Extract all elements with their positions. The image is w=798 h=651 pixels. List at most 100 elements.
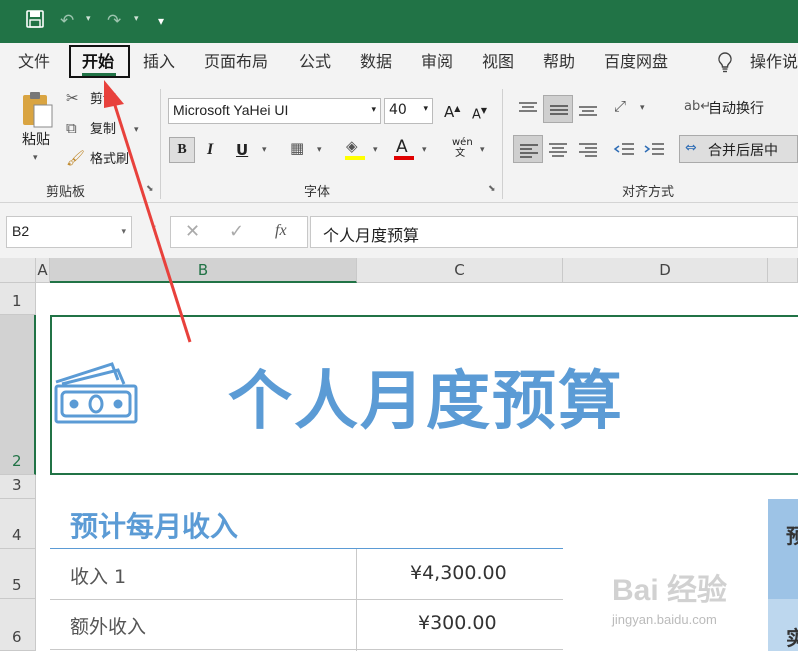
font-color-icon[interactable]: A	[396, 138, 408, 156]
increase-indent-icon[interactable]	[640, 135, 670, 163]
fill-color-swatch	[345, 156, 365, 160]
font-group-label: 字体	[304, 185, 331, 200]
decrease-font-size-icon[interactable]: A▼	[472, 102, 487, 124]
formula-bar-resize-handle[interactable]: ⋮	[149, 223, 161, 237]
underline-button[interactable]: U	[236, 141, 248, 159]
alignment-group-label: 对齐方式	[622, 185, 675, 200]
align-left-button[interactable]	[513, 135, 543, 163]
middle-align-button[interactable]	[543, 95, 573, 123]
column-header-e[interactable]	[768, 258, 798, 283]
font-color-swatch	[394, 156, 414, 160]
font-dialog-launcher-icon[interactable]: ⬊	[488, 184, 496, 194]
borders-icon[interactable]: ▦	[290, 139, 304, 157]
clipboard-dialog-launcher-icon[interactable]: ⬊	[146, 184, 154, 194]
row-header-5[interactable]: 5	[0, 549, 36, 599]
font-size-select[interactable]: 40 ▾	[384, 98, 433, 124]
copy-button[interactable]: 复制	[90, 121, 116, 139]
font-name-select[interactable]: Microsoft YaHei UI ▾	[168, 98, 381, 124]
summary-panel-label-top: 预	[786, 524, 798, 548]
paste-dropdown-icon[interactable]: ▾	[33, 153, 38, 163]
tab-help[interactable]: 帮助	[543, 51, 575, 73]
row-header-2[interactable]: 2	[0, 315, 36, 475]
highlight-annotation-box	[69, 45, 130, 78]
baidu-watermark-url: jingyan.baidu.com	[612, 612, 717, 627]
italic-button[interactable]: I	[207, 141, 213, 159]
row-divider	[50, 599, 563, 600]
tab-review[interactable]: 审阅	[421, 51, 453, 73]
title-bar: ↶ ▾ ↷ ▾ ▾	[0, 0, 798, 43]
select-all-corner[interactable]	[0, 258, 36, 283]
undo-dropdown-icon[interactable]: ▾	[86, 14, 91, 24]
decrease-indent-icon[interactable]	[610, 135, 640, 163]
align-center-button[interactable]	[543, 135, 573, 163]
phonetic-dropdown-icon[interactable]: ▾	[480, 145, 485, 155]
tell-me-search[interactable]: 操作说	[750, 51, 798, 73]
section-underline	[50, 548, 563, 549]
column-header-b[interactable]: B	[50, 258, 357, 283]
format-painter-button[interactable]: 格式刷	[90, 151, 129, 169]
font-color-dropdown-icon[interactable]: ▾	[422, 145, 427, 155]
merge-center-icon: ⇔	[685, 140, 697, 156]
income-value: ¥4,300.00	[410, 562, 507, 584]
row-header-4[interactable]: 4	[0, 499, 36, 549]
redo-dropdown-icon[interactable]: ▾	[134, 14, 139, 24]
fill-color-icon[interactable]: ◈	[346, 137, 358, 155]
enter-icon[interactable]: ✓	[229, 221, 244, 242]
column-header-a[interactable]: A	[36, 258, 50, 283]
undo-icon[interactable]: ↶	[60, 10, 74, 32]
column-header-d[interactable]: D	[563, 258, 768, 283]
tab-file[interactable]: 文件	[18, 51, 50, 73]
formula-buttons: ✕ ✓ fx	[170, 216, 308, 248]
tab-baidu-netdisk[interactable]: 百度网盘	[604, 51, 668, 73]
money-icon	[52, 360, 140, 430]
divider	[160, 89, 161, 199]
format-painter-icon: 🖌	[66, 149, 86, 167]
bottom-align-button[interactable]	[573, 95, 603, 123]
row-header-6[interactable]: 6	[0, 599, 36, 651]
column-header-c[interactable]: C	[357, 258, 563, 283]
cut-icon: ✂	[66, 89, 79, 107]
row-header-1[interactable]: 1	[0, 283, 36, 315]
column-divider	[356, 549, 357, 651]
copy-dropdown-icon[interactable]: ▾	[134, 125, 139, 135]
bold-button[interactable]: B	[169, 137, 195, 163]
income-section-title: 预计每月收入	[70, 510, 239, 543]
lightbulb-icon[interactable]	[716, 51, 734, 79]
wrap-text-button[interactable]: 自动换行	[708, 100, 764, 118]
tab-formulas[interactable]: 公式	[299, 51, 331, 73]
ribbon-home: 粘贴 ▾ ✂ 剪切 ⧉ 复制 ▾ 🖌 格式刷 剪贴板 ⬊ Microsoft Y…	[0, 81, 798, 203]
formula-input[interactable]: 个人月度预算	[310, 216, 798, 248]
orientation-icon[interactable]: ⤢	[614, 97, 626, 115]
paste-icon[interactable]	[20, 89, 54, 129]
summary-panel-label-bottom: 实	[786, 626, 798, 650]
tab-view[interactable]: 视图	[482, 51, 514, 73]
save-icon[interactable]	[26, 10, 44, 34]
merge-center-button[interactable]: ⇔ 合并后居中	[679, 135, 798, 163]
copy-icon: ⧉	[66, 119, 77, 137]
fill-color-dropdown-icon[interactable]: ▾	[373, 145, 378, 155]
top-align-button[interactable]	[513, 95, 543, 123]
insert-function-icon[interactable]: fx	[275, 222, 287, 240]
borders-dropdown-icon[interactable]: ▾	[317, 145, 322, 155]
clipboard-group-label: 剪贴板	[46, 185, 86, 200]
income-label: 收入 1	[70, 566, 127, 588]
cut-button[interactable]: 剪切	[90, 91, 116, 109]
phonetic-guide-icon[interactable]: wén 文	[452, 137, 473, 159]
increase-font-size-icon[interactable]: A▲	[444, 100, 460, 121]
redo-icon[interactable]: ↷	[107, 10, 121, 32]
cancel-icon[interactable]: ✕	[185, 221, 200, 242]
tab-data[interactable]: 数据	[360, 51, 392, 73]
baidu-watermark: Bai 经验	[612, 574, 728, 607]
row-header-3[interactable]: 3	[0, 475, 36, 499]
budget-title: 个人月度预算	[228, 365, 624, 439]
divider	[502, 89, 503, 199]
customize-quick-access-icon[interactable]: ▾	[158, 10, 164, 32]
extra-income-value: ¥300.00	[418, 612, 497, 634]
orientation-dropdown-icon[interactable]: ▾	[640, 103, 645, 113]
paste-button[interactable]: 粘贴	[22, 131, 50, 149]
align-right-button[interactable]	[573, 135, 603, 163]
name-box[interactable]: B2 ▾	[6, 216, 132, 248]
tab-page-layout[interactable]: 页面布局	[204, 51, 268, 73]
underline-dropdown-icon[interactable]: ▾	[262, 145, 267, 155]
tab-insert[interactable]: 插入	[143, 51, 175, 73]
